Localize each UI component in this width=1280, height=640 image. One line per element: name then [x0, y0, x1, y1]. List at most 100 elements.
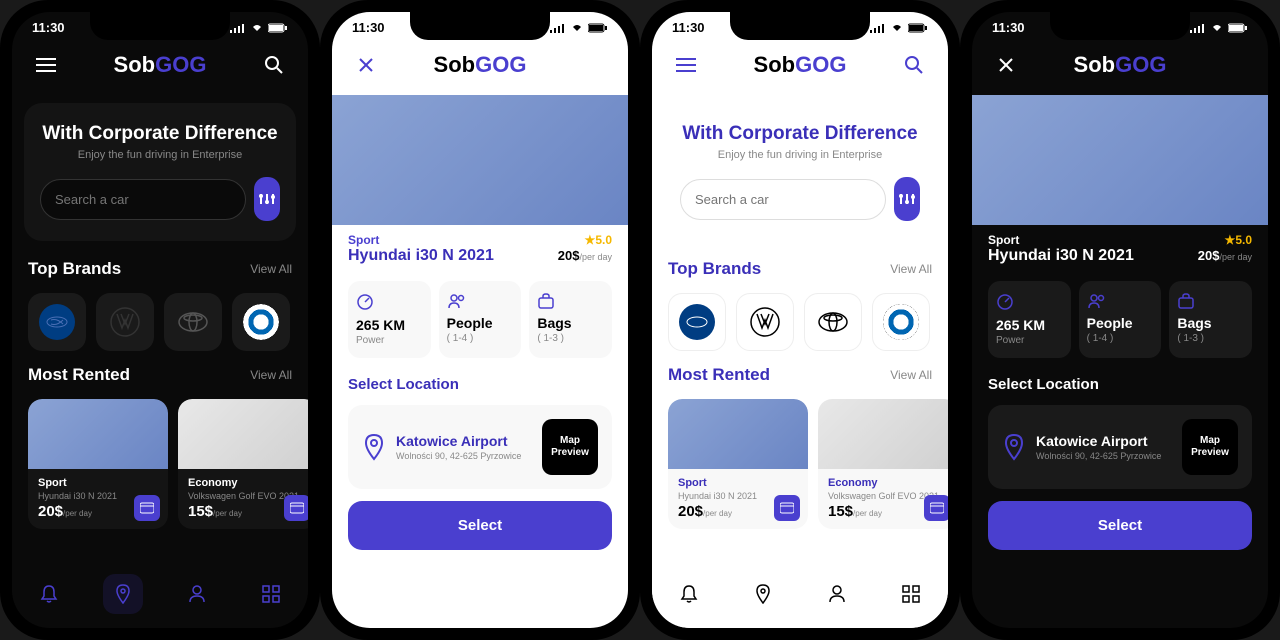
car-card-sport[interactable]: Sport Hyundai i30 N 2021 20$/per day: [28, 399, 168, 529]
logo: SobGOG: [1074, 52, 1167, 78]
most-rented-title: Most Rented: [28, 365, 130, 385]
battery-icon: [268, 23, 288, 33]
select-button[interactable]: Select: [988, 501, 1252, 550]
search-button[interactable]: [896, 47, 932, 83]
signal-icon: [870, 23, 886, 33]
hero-title: With Corporate Difference: [680, 123, 920, 145]
status-time: 11:30: [672, 20, 705, 35]
card-badge[interactable]: [924, 495, 948, 521]
view-all-rented[interactable]: View All: [890, 368, 932, 382]
nav-notifications[interactable]: [29, 574, 69, 614]
brand-toyota[interactable]: [804, 293, 862, 351]
location-address: Wolności 90, 42-625 Pyrzowice: [396, 451, 532, 461]
hyundai-icon: [45, 316, 69, 328]
map-preview[interactable]: Map Preview: [542, 419, 598, 475]
logo: SobGOG: [434, 52, 527, 78]
card-icon: [290, 502, 304, 514]
battery-icon: [908, 23, 928, 33]
spec-people: People( 1-4 ): [439, 281, 522, 358]
car-image: [668, 399, 808, 469]
nav-grid[interactable]: [891, 574, 931, 614]
filter-button[interactable]: [894, 177, 920, 221]
most-rented-list: Sport Hyundai i30 N 2021 20$/per day Eco…: [652, 391, 948, 537]
car-category: Sport: [678, 477, 798, 489]
car-card-economy[interactable]: Economy Volkswagen Golf EVO 2021 15$/per…: [818, 399, 948, 529]
car-card-economy[interactable]: Economy Volkswagen Golf EVO 2021 15$/per…: [178, 399, 308, 529]
brand-volkswagen[interactable]: [96, 293, 154, 351]
wifi-icon: [1210, 23, 1224, 33]
status-time: 11:30: [992, 20, 1025, 35]
search-input[interactable]: [680, 179, 886, 220]
status-indicators: [230, 23, 288, 33]
volkswagen-icon: [749, 306, 781, 338]
menu-button[interactable]: [28, 47, 64, 83]
close-button[interactable]: [988, 47, 1024, 83]
location-card[interactable]: Katowice Airport Wolności 90, 42-625 Pyr…: [348, 405, 612, 489]
battery-icon: [1228, 23, 1248, 33]
car-price: 20$: [38, 503, 63, 520]
nav-notifications[interactable]: [669, 574, 709, 614]
spec-power: 265 KMPower: [348, 281, 431, 358]
bag-icon: [537, 293, 555, 309]
location-name: Katowice Airport: [1036, 433, 1172, 449]
card-badge[interactable]: [774, 495, 800, 521]
card-icon: [140, 502, 154, 514]
location-title: Select Location: [972, 366, 1268, 399]
car-category: Economy: [828, 477, 948, 489]
nav-grid[interactable]: [251, 574, 291, 614]
status-time: 11:30: [352, 20, 385, 35]
bottom-nav: [12, 560, 308, 628]
spec-people: People( 1-4 ): [1079, 281, 1162, 358]
brand-toyota[interactable]: [164, 293, 222, 351]
car-image: [818, 399, 948, 469]
nav-location[interactable]: [743, 574, 783, 614]
detail-car-image: [332, 95, 628, 225]
hero-card: With Corporate Difference Enjoy the fun …: [24, 103, 296, 241]
wifi-icon: [250, 23, 264, 33]
signal-icon: [230, 23, 246, 33]
nav-profile[interactable]: [817, 574, 857, 614]
location-card[interactable]: Katowice Airport Wolności 90, 42-625 Pyr…: [988, 405, 1252, 489]
detail-name: Hyundai i30 N 2021: [348, 247, 494, 265]
brands-list: [12, 285, 308, 359]
car-image: [28, 399, 168, 469]
wifi-icon: [890, 23, 904, 33]
view-all-brands[interactable]: View All: [250, 262, 292, 276]
card-badge[interactable]: [284, 495, 308, 521]
nav-profile[interactable]: [177, 574, 217, 614]
nav-location[interactable]: [103, 574, 143, 614]
volkswagen-icon: [109, 306, 141, 338]
brand-bmw[interactable]: [872, 293, 930, 351]
filter-button[interactable]: [254, 177, 280, 221]
close-button[interactable]: [348, 47, 384, 83]
specs-row: 265 KMPower People( 1-4 ) Bags( 1-3 ): [332, 273, 628, 366]
most-rented-title: Most Rented: [668, 365, 770, 385]
rating: ★5.0: [1198, 233, 1252, 247]
people-icon: [1087, 293, 1107, 309]
search-input[interactable]: [40, 179, 246, 220]
brand-volkswagen[interactable]: [736, 293, 794, 351]
menu-icon: [676, 58, 696, 72]
map-preview[interactable]: Map Preview: [1182, 419, 1238, 475]
bell-icon: [40, 584, 58, 604]
card-badge[interactable]: [134, 495, 160, 521]
car-category: Economy: [188, 477, 308, 489]
select-button[interactable]: Select: [348, 501, 612, 550]
view-all-brands[interactable]: View All: [890, 262, 932, 276]
menu-button[interactable]: [668, 47, 704, 83]
signal-icon: [550, 23, 566, 33]
brands-list: [652, 285, 948, 359]
brand-bmw[interactable]: [232, 293, 290, 351]
brand-hyundai[interactable]: [28, 293, 86, 351]
search-button[interactable]: [256, 47, 292, 83]
car-card-sport[interactable]: Sport Hyundai i30 N 2021 20$/per day: [668, 399, 808, 529]
card-icon: [780, 502, 794, 514]
view-all-rented[interactable]: View All: [250, 368, 292, 382]
detail-car-image: [972, 95, 1268, 225]
gauge-icon: [356, 293, 374, 311]
close-icon: [358, 57, 374, 73]
brand-hyundai[interactable]: [668, 293, 726, 351]
toyota-icon: [177, 311, 209, 333]
status-time: 11:30: [32, 20, 65, 35]
hyundai-icon: [685, 316, 709, 328]
